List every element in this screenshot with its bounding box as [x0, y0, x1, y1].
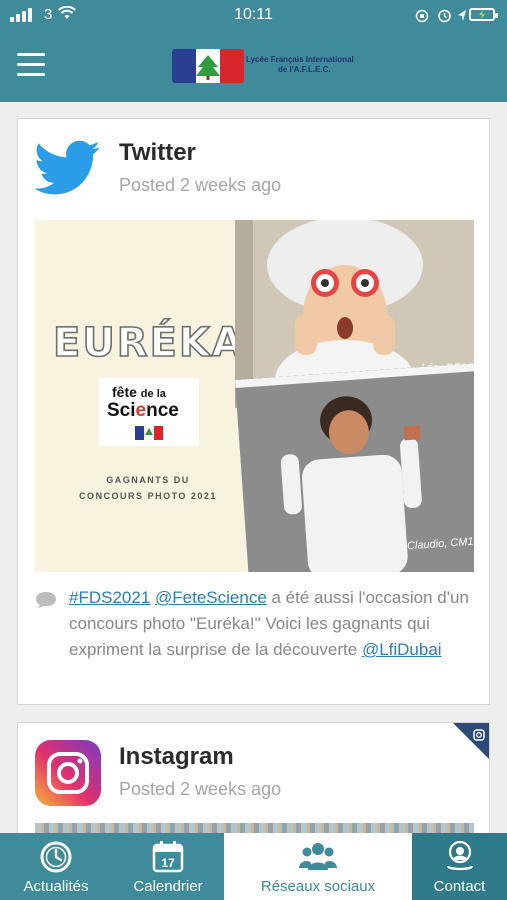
comment-bubble-icon [36, 592, 56, 608]
instagram-logo-icon [35, 740, 101, 806]
app-header: 3 10:11 Lycée Français International de … [0, 0, 507, 102]
alarm-icon [438, 9, 451, 23]
fete-dela: de la [140, 388, 166, 400]
status-bar: 3 10:11 [0, 0, 507, 30]
mention-link-fetescience[interactable]: @FeteScience [155, 588, 267, 607]
location-icon [458, 10, 466, 21]
image-headline: EURÉKA! [52, 319, 266, 367]
status-icons [405, 6, 498, 24]
battery-icon [469, 8, 498, 21]
science-a: Sci [107, 400, 136, 421]
orientation-lock-icon [415, 9, 429, 23]
logo-text-line2: de l'A.F.L.E.C. [278, 65, 331, 74]
post-image[interactable]: EURÉKA! fête de la Science GAGNANTS DU C… [35, 220, 474, 572]
twitter-post-card[interactable]: Twitter Posted 2 weeks ago EURÉKA! fête … [17, 118, 490, 705]
fete-science-logo: fête de la Science [99, 378, 199, 446]
tab-reseaux-sociaux[interactable]: Réseaux sociaux [224, 833, 412, 900]
calendar-day: 17 [161, 856, 175, 870]
school-logo: Lycée Français International de l'A.F.L.… [172, 45, 354, 87]
instagram-corner-badge-icon [453, 723, 489, 759]
science-b: e [135, 400, 147, 421]
people-icon [299, 843, 337, 870]
winner-photo-2: Claudio, CM1 [235, 361, 474, 572]
mention-link-lfidubai[interactable]: @LfiDubai [362, 640, 442, 659]
menu-icon[interactable] [17, 53, 45, 77]
post-text: #FDS2021 @FeteScience a été aussi l'occa… [69, 585, 469, 663]
tab-actualites[interactable]: Actualités [0, 833, 112, 900]
tab-label-actualites: Actualités [23, 878, 89, 895]
caption-line1: GAGNANTS DU [106, 475, 190, 485]
logo-text-line1: Lycée Français International [246, 55, 354, 64]
calendar-icon: 17 [152, 841, 184, 873]
post-network-title-2: Instagram [119, 743, 234, 770]
hashtag-link-fds2021[interactable]: #FDS2021 [69, 588, 150, 607]
twitter-bird-icon [35, 140, 100, 195]
tab-contact[interactable]: Contact [412, 833, 507, 900]
tab-calendrier[interactable]: 17 Calendrier [112, 833, 224, 900]
tab-label-contact: Contact [433, 878, 486, 895]
post-timestamp-2: Posted 2 weeks ago [119, 779, 282, 799]
logo-flag [172, 49, 244, 83]
tab-label-calendrier: Calendrier [133, 878, 203, 895]
post-timestamp: Posted 2 weeks ago [119, 175, 282, 195]
post-network-title: Twitter [119, 139, 196, 166]
science-c: nce [146, 400, 179, 421]
bottom-tab-bar: Actualités 17 Calendrier Réseaux sociaux… [0, 833, 507, 900]
clock-icon [40, 841, 72, 873]
fete-word: fête [112, 384, 137, 400]
contact-icon [446, 840, 473, 871]
mini-flag-icon [135, 426, 163, 440]
caption-line2: CONCOURS PHOTO 2021 [79, 491, 217, 501]
tab-label-reseaux: Réseaux sociaux [260, 878, 376, 895]
